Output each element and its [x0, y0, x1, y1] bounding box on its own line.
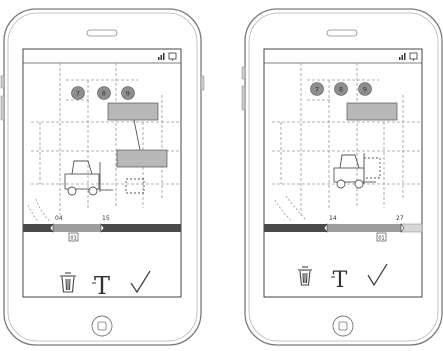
badge-9[interactable]: 9 — [358, 82, 372, 96]
home-button[interactable] — [332, 315, 354, 337]
side-button — [241, 85, 246, 111]
badge-label: 9 — [126, 90, 130, 98]
badge-7[interactable]: 7 — [71, 86, 85, 100]
phone-left: 7 8 9 04 15 01 T — [0, 8, 205, 346]
timeline-bar-left — [23, 224, 53, 232]
storage-box-top[interactable] — [346, 102, 398, 121]
badge-label: 7 — [76, 90, 80, 98]
storage-box-bottom[interactable] — [116, 149, 168, 168]
badge-group: 7 8 9 — [310, 82, 372, 96]
text-tool-icon[interactable]: T — [331, 268, 348, 293]
timeline-bar-right — [101, 224, 181, 232]
svg-text:T: T — [333, 268, 348, 293]
text-tool-icon[interactable]: T — [92, 272, 110, 300]
timeline-bar-left — [264, 224, 327, 232]
badge-label: 9 — [363, 86, 367, 94]
side-button — [0, 75, 5, 89]
timeline-end-label: 27 — [396, 215, 404, 222]
badge-8[interactable]: 8 — [334, 82, 348, 96]
timeline-end-label: 15 — [102, 215, 110, 222]
side-button — [200, 75, 205, 91]
canvas: 7 8 9 04 15 01 T 7 8 9 14 27 01 T — [0, 8, 443, 346]
side-button — [0, 95, 5, 121]
badge-group: 7 8 9 — [71, 86, 135, 100]
badge-9[interactable]: 9 — [121, 86, 135, 100]
badge-7[interactable]: 7 — [310, 82, 324, 96]
timeline-marker-label: 01 — [378, 236, 384, 242]
svg-text:T: T — [94, 272, 110, 300]
phone-right: 7 8 9 14 27 01 T — [241, 8, 443, 346]
timeline-marker-label: 01 — [70, 236, 76, 242]
timeline-start-label: 04 — [55, 215, 63, 222]
storage-box-top[interactable] — [107, 102, 159, 121]
side-button — [241, 66, 246, 80]
badge-label: 7 — [315, 86, 319, 94]
timeline-range[interactable] — [327, 224, 401, 232]
badge-label: 8 — [102, 90, 106, 98]
badge-label: 8 — [339, 86, 343, 94]
home-button[interactable] — [91, 315, 113, 337]
badge-8[interactable]: 8 — [97, 86, 111, 100]
timeline-start-label: 14 — [329, 215, 337, 222]
screen — [22, 48, 182, 298]
timeline-range[interactable] — [53, 224, 101, 232]
